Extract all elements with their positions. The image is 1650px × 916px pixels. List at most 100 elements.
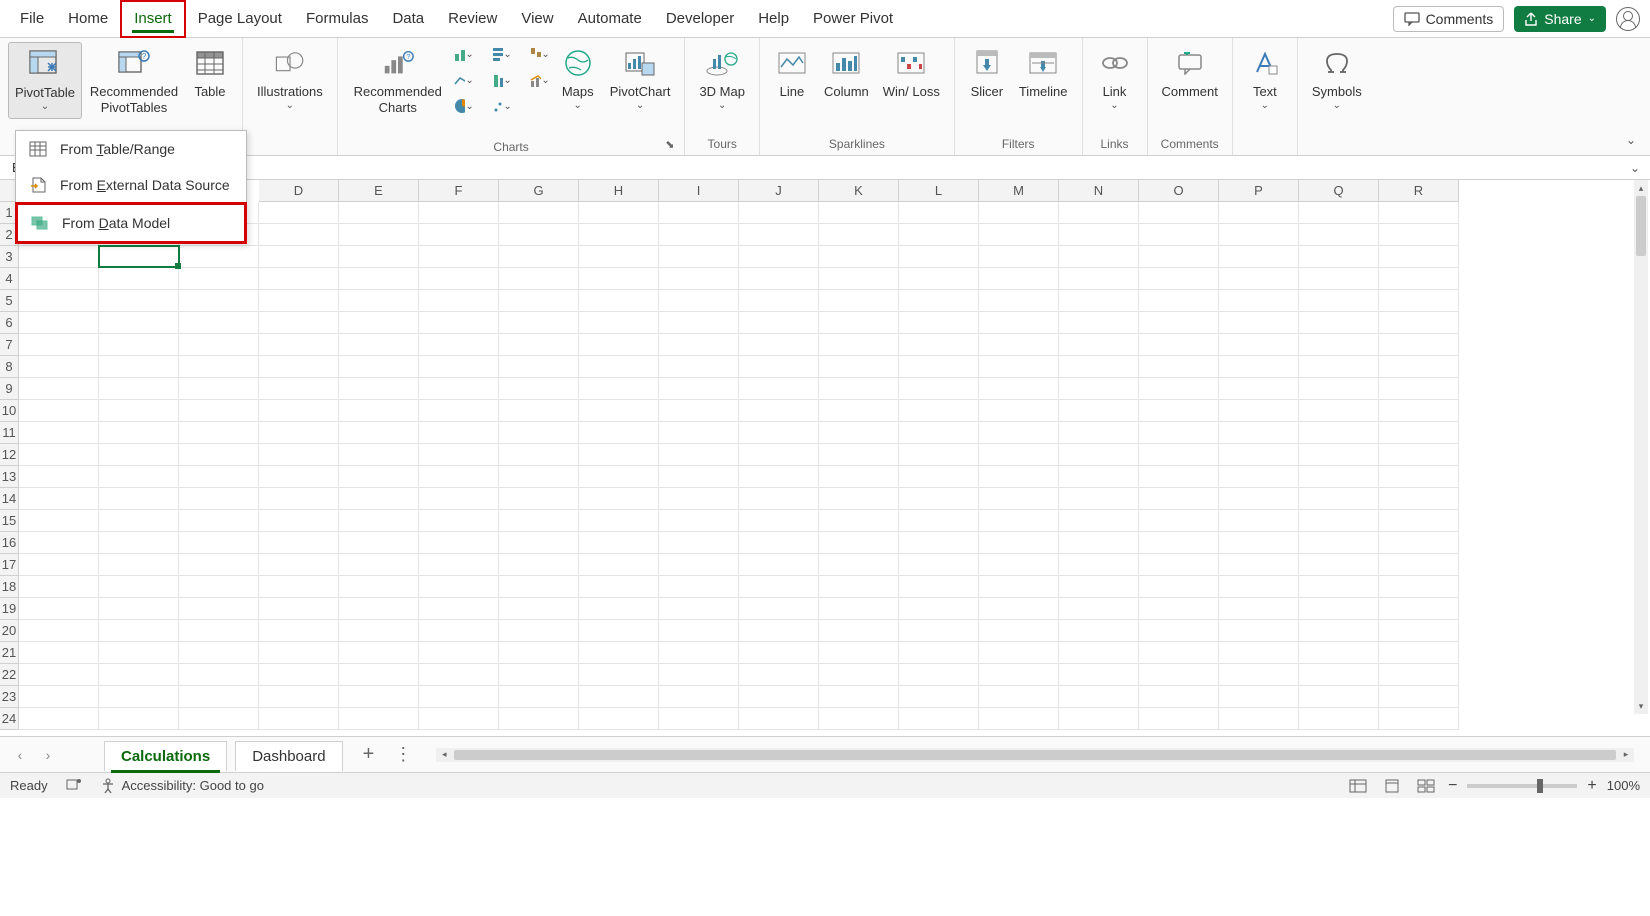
cell[interactable]	[1059, 334, 1139, 356]
cell[interactable]	[979, 466, 1059, 488]
maps-button[interactable]: Maps ⌄	[554, 42, 602, 117]
cell[interactable]	[1299, 642, 1379, 664]
cell[interactable]	[259, 202, 339, 224]
cell[interactable]	[579, 466, 659, 488]
pie-chart-button[interactable]: ⌄	[454, 96, 474, 116]
cell[interactable]	[1059, 598, 1139, 620]
row-header[interactable]: 23	[0, 686, 19, 708]
cell[interactable]	[979, 400, 1059, 422]
sparkline-column-button[interactable]: Column	[818, 42, 875, 104]
cell[interactable]	[659, 466, 739, 488]
cell[interactable]	[579, 400, 659, 422]
cell[interactable]	[339, 400, 419, 422]
row-header[interactable]: 5	[0, 290, 19, 312]
cell[interactable]	[99, 488, 179, 510]
cell[interactable]	[419, 400, 499, 422]
cell[interactable]	[1059, 356, 1139, 378]
cell[interactable]	[739, 466, 819, 488]
zoom-out-button[interactable]: −	[1448, 777, 1457, 795]
cell[interactable]	[819, 202, 899, 224]
cell[interactable]	[499, 620, 579, 642]
macro-recorder-icon[interactable]	[66, 777, 82, 794]
cell[interactable]	[1219, 554, 1299, 576]
zoom-slider-handle[interactable]	[1537, 779, 1543, 793]
cell[interactable]	[899, 202, 979, 224]
cell[interactable]	[1059, 664, 1139, 686]
cell[interactable]	[579, 202, 659, 224]
cell[interactable]	[179, 422, 259, 444]
cell[interactable]	[739, 488, 819, 510]
cell[interactable]	[499, 686, 579, 708]
cell[interactable]	[1299, 356, 1379, 378]
cell[interactable]	[19, 488, 99, 510]
cell[interactable]	[899, 664, 979, 686]
cell[interactable]	[579, 224, 659, 246]
cell[interactable]	[1139, 554, 1219, 576]
row-header[interactable]: 11	[0, 422, 19, 444]
cell[interactable]	[179, 598, 259, 620]
row-header[interactable]: 8	[0, 356, 19, 378]
cell[interactable]	[659, 444, 739, 466]
cell[interactable]	[499, 356, 579, 378]
cell[interactable]	[1379, 510, 1459, 532]
combo-chart-button[interactable]: ⌄	[530, 70, 550, 90]
cell[interactable]	[579, 378, 659, 400]
cell[interactable]	[899, 400, 979, 422]
cell[interactable]	[99, 444, 179, 466]
area-chart-button[interactable]: ⌄	[492, 70, 512, 90]
column-header[interactable]: G	[499, 180, 579, 202]
cell[interactable]	[1219, 598, 1299, 620]
cell[interactable]	[979, 576, 1059, 598]
cell[interactable]	[899, 554, 979, 576]
cell[interactable]	[339, 664, 419, 686]
cell[interactable]	[819, 422, 899, 444]
cell[interactable]	[339, 642, 419, 664]
cell[interactable]	[19, 356, 99, 378]
cell[interactable]	[1059, 620, 1139, 642]
scroll-thumb[interactable]	[1636, 196, 1646, 256]
spreadsheet-grid[interactable]: DEFGHIJKLMNOPQR 123456789101112131415161…	[0, 180, 1650, 736]
cell[interactable]	[1299, 686, 1379, 708]
cell[interactable]	[979, 268, 1059, 290]
cell[interactable]	[179, 664, 259, 686]
column-header[interactable]: O	[1139, 180, 1219, 202]
cell[interactable]	[179, 554, 259, 576]
cell[interactable]	[179, 378, 259, 400]
cell[interactable]	[1139, 510, 1219, 532]
cell[interactable]	[339, 224, 419, 246]
cell[interactable]	[1299, 598, 1379, 620]
cell[interactable]	[339, 488, 419, 510]
cell[interactable]	[1299, 488, 1379, 510]
cell[interactable]	[1059, 466, 1139, 488]
row-header[interactable]: 24	[0, 708, 19, 730]
row-header[interactable]: 22	[0, 664, 19, 686]
cell[interactable]	[179, 620, 259, 642]
cell[interactable]	[659, 356, 739, 378]
column-header[interactable]: M	[979, 180, 1059, 202]
cell[interactable]	[659, 642, 739, 664]
cell[interactable]	[99, 334, 179, 356]
cell[interactable]	[259, 312, 339, 334]
cell[interactable]	[659, 202, 739, 224]
cell[interactable]	[1139, 202, 1219, 224]
pivot-table-button[interactable]: PivotTable ⌄	[8, 42, 82, 119]
cell[interactable]	[99, 576, 179, 598]
cell[interactable]	[419, 268, 499, 290]
cell[interactable]	[1219, 488, 1299, 510]
cell[interactable]	[739, 268, 819, 290]
cell[interactable]	[1379, 334, 1459, 356]
cell[interactable]	[1379, 620, 1459, 642]
cell[interactable]	[1299, 224, 1379, 246]
cell[interactable]	[739, 202, 819, 224]
cell[interactable]	[739, 400, 819, 422]
tab-developer[interactable]: Developer	[654, 0, 746, 38]
cell[interactable]	[1059, 422, 1139, 444]
row-header[interactable]: 9	[0, 378, 19, 400]
cell[interactable]	[1219, 290, 1299, 312]
cell[interactable]	[1219, 246, 1299, 268]
cell[interactable]	[179, 400, 259, 422]
tab-data[interactable]: Data	[380, 0, 436, 38]
cell[interactable]	[1379, 642, 1459, 664]
scroll-thumb[interactable]	[454, 750, 1616, 760]
cell[interactable]	[819, 708, 899, 730]
